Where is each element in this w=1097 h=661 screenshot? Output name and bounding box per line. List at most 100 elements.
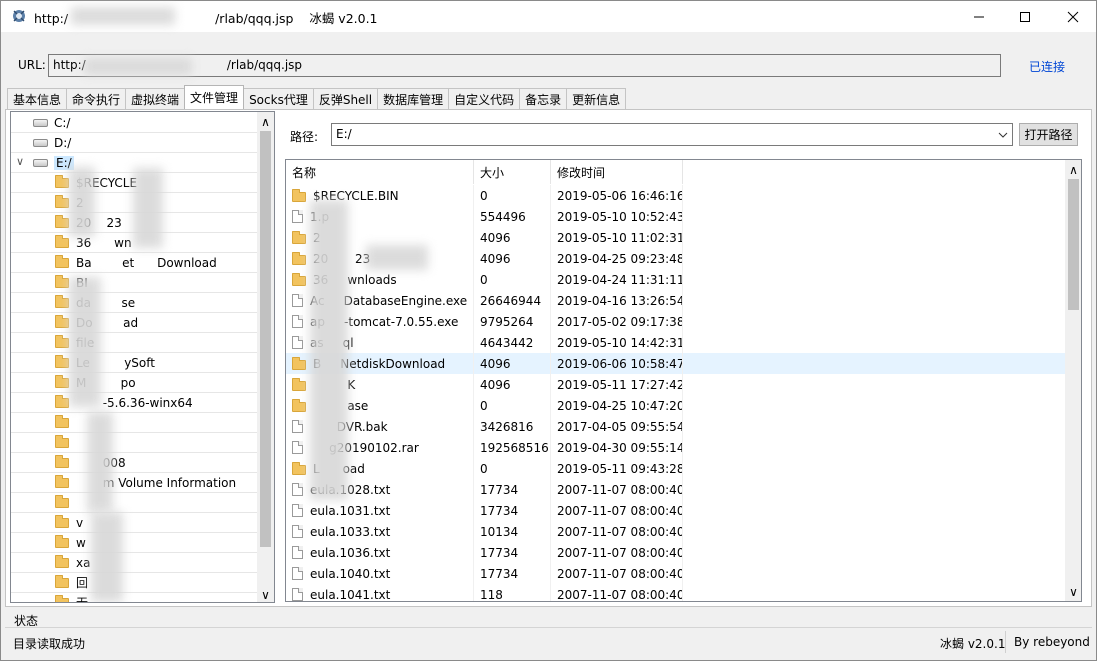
tree-folder-node[interactable]: file bbox=[11, 333, 257, 353]
file-modified-cell: 2019-04-24 11:31:11 bbox=[551, 269, 683, 290]
tree-folder-node[interactable]: v bbox=[11, 513, 257, 533]
table-row[interactable]: B NetdiskDownload 4096 2019-06-06 10:58:47 bbox=[286, 353, 1065, 374]
column-header-size[interactable]: 大小 bbox=[474, 160, 551, 184]
table-scroll-thumb[interactable] bbox=[1068, 179, 1079, 310]
tree-folder-node[interactable]: M po bbox=[11, 373, 257, 393]
expand-toggle-icon[interactable]: ∨ bbox=[16, 155, 24, 168]
tree-folder-node[interactable]: -5.6.36-winx64 bbox=[11, 393, 257, 413]
folder-icon bbox=[55, 354, 69, 368]
path-label: 路径: bbox=[290, 130, 319, 144]
file-modified-cell: 2007-11-07 08:00:40 bbox=[551, 584, 683, 601]
table-row[interactable]: eula.1041.txt 118 2007-11-07 08:00:40 bbox=[286, 584, 1065, 602]
tab-item[interactable]: 虚拟终端 bbox=[125, 88, 186, 109]
tree-scroll-down-icon[interactable]: ∨ bbox=[257, 586, 274, 602]
open-path-button[interactable]: 打开路径 bbox=[1019, 123, 1078, 146]
table-row[interactable]: eula.1040.txt 17734 2007-11-07 08:00:40 bbox=[286, 563, 1065, 584]
tree-folder-node[interactable]: Do ad bbox=[11, 313, 257, 333]
tree-folder-node[interactable]: 无 bbox=[11, 593, 257, 602]
folder-icon bbox=[55, 174, 69, 188]
connection-status-link[interactable]: 已连接 bbox=[1029, 58, 1065, 75]
tree-folder-node[interactable]: m Volume Information bbox=[11, 473, 257, 493]
table-row[interactable]: eula.1036.txt 17734 2007-11-07 08:00:40 bbox=[286, 542, 1065, 563]
tab-item[interactable]: 备忘录 bbox=[519, 88, 568, 109]
table-row[interactable]: g20190102.rar 192568516 2019-04-30 09:55:1… bbox=[286, 437, 1065, 458]
file-size-cell: 17734 bbox=[474, 500, 551, 521]
tab-item[interactable]: 命令执行 bbox=[66, 88, 127, 109]
tree-scroll-up-icon[interactable]: ∧ bbox=[257, 113, 274, 130]
folder-icon bbox=[55, 194, 69, 208]
tree-folder-node[interactable]: Le ySoft bbox=[11, 353, 257, 373]
file-icon bbox=[292, 441, 303, 454]
folder-icon bbox=[55, 454, 69, 468]
tab-strip: 基本信息 命令执行 虚拟终端 文件管理 Socks代理 反弹Shell 数据库管理 自定义代码… bbox=[7, 85, 627, 109]
tab-item[interactable]: 数据库管理 bbox=[377, 88, 450, 109]
table-scroll-down-icon[interactable]: ∨ bbox=[1065, 583, 1081, 600]
table-row[interactable]: ap -tomcat-7.0.55.exe 9795264 2017-05-02 0… bbox=[286, 311, 1065, 332]
file-size-cell: 0 bbox=[474, 185, 551, 206]
tree-folder-node[interactable] bbox=[11, 493, 257, 513]
folder-icon bbox=[292, 399, 306, 412]
url-row: URL: http:/ /rlab/qqq.jsp 已连接 bbox=[1, 47, 1096, 77]
tab-item[interactable]: Socks代理 bbox=[243, 88, 314, 109]
tree-folder-node[interactable]: xa bbox=[11, 553, 257, 573]
file-modified-cell: 2007-11-07 08:00:40 bbox=[551, 521, 683, 542]
minimize-button[interactable] bbox=[956, 1, 1002, 32]
table-row[interactable]: 36 wnloads 0 2019-04-24 11:31:11 bbox=[286, 269, 1065, 290]
file-size-cell: 17734 bbox=[474, 479, 551, 500]
table-row[interactable]: DVR.bak 3426816 2017-04-05 09:55:54 bbox=[286, 416, 1065, 437]
tab-item[interactable]: 反弹Shell bbox=[312, 88, 379, 109]
file-icon bbox=[292, 315, 303, 328]
path-select[interactable]: E:/ bbox=[331, 123, 1013, 146]
column-header-modified[interactable]: 修改时间 bbox=[551, 160, 683, 184]
folder-icon bbox=[55, 514, 69, 528]
table-row[interactable]: eula.1033.txt 10134 2007-11-07 08:00:40 bbox=[286, 521, 1065, 542]
tab-item[interactable]: 文件管理 bbox=[184, 85, 245, 109]
file-name: eula.1036.txt bbox=[310, 545, 391, 560]
tab-item[interactable]: 更新信息 bbox=[566, 88, 627, 109]
folder-icon bbox=[55, 294, 69, 308]
tree-folder-node[interactable]: 回 bbox=[11, 573, 257, 593]
table-row[interactable]: ase 0 2019-04-25 10:47:20 bbox=[286, 395, 1065, 416]
folder-icon bbox=[292, 189, 306, 202]
author-label: By rebeyond bbox=[1014, 635, 1090, 649]
tree-scrollbar[interactable]: ∧ ∨ bbox=[257, 112, 274, 602]
file-icon bbox=[292, 504, 303, 517]
redacted-table-blur bbox=[310, 200, 348, 500]
file-name: eula.1041.txt bbox=[310, 587, 391, 602]
table-row[interactable]: as ql46434422019-05-10 14:42:31 bbox=[286, 332, 1065, 353]
table-row[interactable]: Ac DatabaseEngine.exe 26646944 2019-04-16 … bbox=[286, 290, 1065, 311]
tree-drive-node[interactable]: C:/ bbox=[11, 113, 257, 133]
column-header-name[interactable]: 名称 bbox=[286, 160, 474, 184]
table-row[interactable]: $RECYCLE.BIN 0 2019-05-06 16:46:16 bbox=[286, 185, 1065, 206]
file-table[interactable]: 名称 大小 修改时间 $RECYCLE.BIN 0 2019-05-06 16:46… bbox=[285, 159, 1082, 602]
maximize-icon bbox=[1020, 11, 1030, 22]
tab-item[interactable]: 基本信息 bbox=[7, 88, 68, 109]
table-scrollbar[interactable]: ∧ ∨ bbox=[1065, 160, 1081, 601]
table-row[interactable]: 1.p5544962019-05-10 10:52:43 bbox=[286, 206, 1065, 227]
file-modified-cell: 2019-05-10 11:02:31 bbox=[551, 227, 683, 248]
tree-folder-node[interactable]: w bbox=[11, 533, 257, 553]
file-modified-cell: 2019-05-06 16:46:16 bbox=[551, 185, 683, 206]
tree-drive-node[interactable]: D:/ bbox=[11, 133, 257, 153]
tree-folder-node[interactable] bbox=[11, 433, 257, 453]
table-row[interactable]: L oad02019-05-11 09:43:28 bbox=[286, 458, 1065, 479]
table-row[interactable]: eula.1031.txt 17734 2007-11-07 08:00:40 bbox=[286, 500, 1065, 521]
chevron-down-icon[interactable] bbox=[996, 127, 1010, 142]
tree-folder-node[interactable]: Ba et Download bbox=[11, 253, 257, 273]
close-button[interactable] bbox=[1050, 1, 1096, 32]
directory-tree[interactable]: ∨E:/D:/C:/ $RECYCLE220 2336 wnBa et Down… bbox=[10, 111, 275, 603]
title-bar[interactable]: http:/ /rlab/qqq.jsp 冰蝎 v2.0.1 bbox=[1, 1, 1096, 32]
table-row[interactable]: K 4096 2019-05-11 17:27:42 bbox=[286, 374, 1065, 395]
tree-folder-node[interactable] bbox=[11, 413, 257, 433]
tree-node-label: D:/ bbox=[54, 135, 72, 150]
tree-folder-node[interactable]: da se bbox=[11, 293, 257, 313]
tree-folder-node[interactable]: 008 bbox=[11, 453, 257, 473]
drive-icon bbox=[33, 158, 48, 167]
table-row[interactable]: eula.1028.txt 17734 2007-11-07 08:00:40 bbox=[286, 479, 1065, 500]
folder-icon bbox=[292, 462, 306, 475]
tree-folder-node[interactable]: BI bbox=[11, 273, 257, 293]
tree-scroll-thumb[interactable] bbox=[260, 131, 271, 547]
tab-item[interactable]: 自定义代码 bbox=[448, 88, 521, 109]
table-scroll-up-icon[interactable]: ∧ bbox=[1065, 161, 1081, 178]
maximize-button[interactable] bbox=[1002, 1, 1048, 32]
